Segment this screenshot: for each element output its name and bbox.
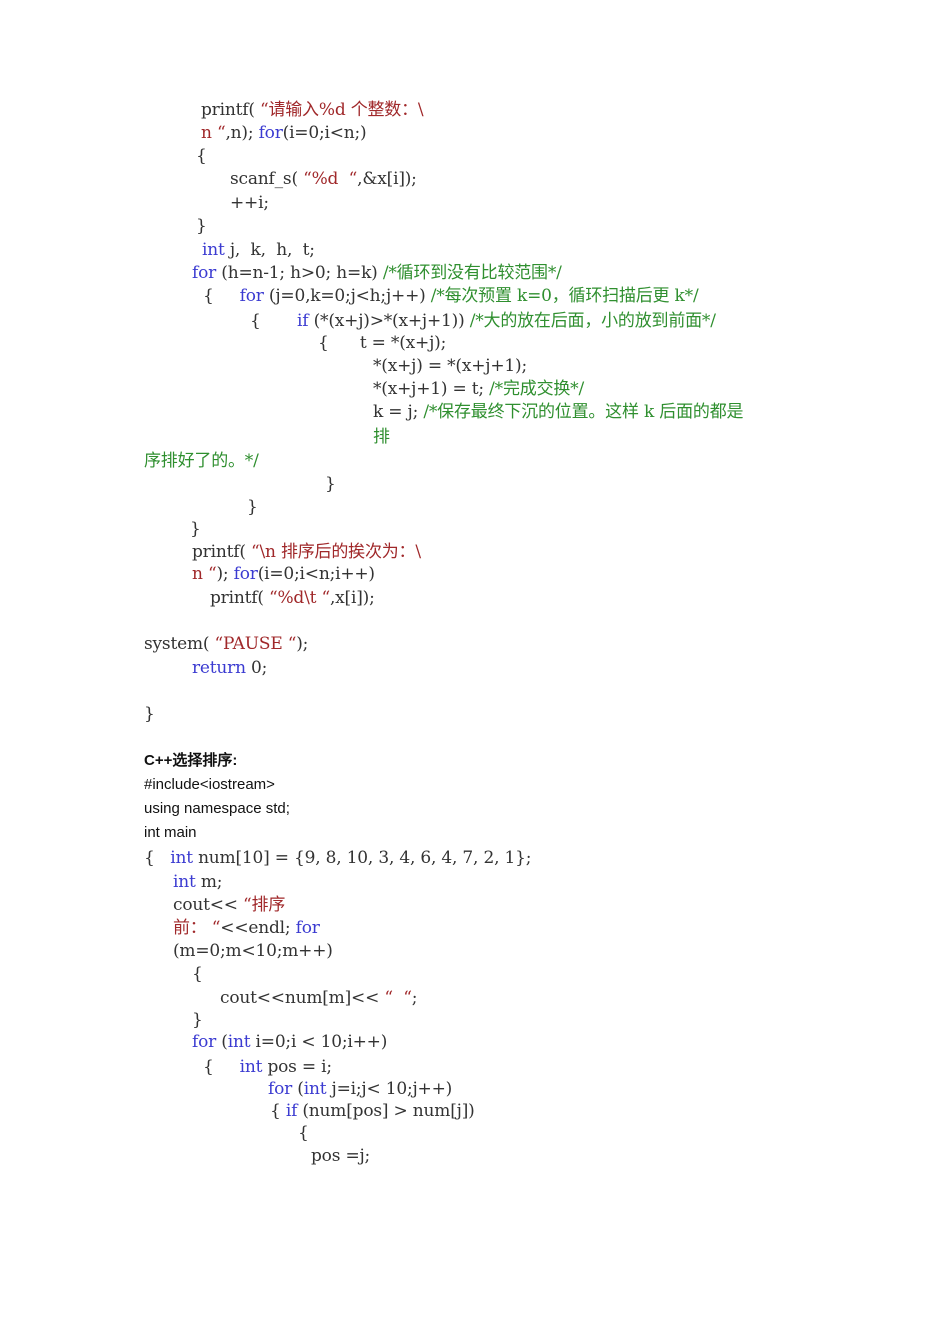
- code-line: k = j; /*保存最终下沉的位置。这样 k 后面的都是: [373, 402, 744, 422]
- code-line: for (int j=i;j< 10;j++): [268, 1079, 453, 1099]
- code-line: int j, k, h, t;: [202, 240, 315, 260]
- code-line: { if (num[pos] > num[j]): [270, 1101, 475, 1121]
- code-line: pos =j;: [311, 1146, 371, 1166]
- code-line: { t = *(x+j);: [318, 333, 447, 353]
- code-line: printf( “\n 排序后的挨次为：\: [192, 542, 421, 562]
- code-line: }: [192, 1010, 203, 1030]
- code-line: }: [247, 497, 258, 517]
- code-comment-line: 序排好了的。*/: [144, 451, 259, 471]
- code-line: {: [196, 146, 207, 166]
- code-line: printf( “请输入%d 个整数：\: [201, 100, 424, 120]
- code-line: n “,n); for(i=0;i<n;): [201, 123, 367, 143]
- code-comment-line: 排: [373, 427, 390, 447]
- code-line: *(x+j) = *(x+j+1);: [373, 356, 527, 376]
- code-line: }: [190, 519, 201, 539]
- code-line: printf( “%d\t “,x[i]);: [210, 588, 375, 608]
- using-line: using namespace std;: [144, 800, 290, 817]
- code-line: { for (j=0,k=0;j<h;j++) /*每次预置 k=0，循环扫描后…: [203, 286, 699, 306]
- code-line: }: [325, 474, 336, 494]
- code-line: (m=0;m<10;m++): [173, 941, 333, 961]
- code-line: cout<<num[m]<< “ “;: [220, 988, 418, 1008]
- code-line: {: [192, 964, 203, 984]
- code-line: { int num[10] = {9, 8, 10, 3, 4, 6, 4, 7…: [144, 848, 532, 868]
- code-line: for (h=n-1; h>0; h=k) /*循环到没有比较范围*/: [192, 263, 562, 283]
- code-line: 前： “<<endl; for: [173, 918, 320, 938]
- code-line: system( “PAUSE “);: [144, 634, 309, 654]
- code-line: { int pos = i;: [203, 1057, 332, 1077]
- main-line: int main: [144, 824, 197, 841]
- include-line: #include<iostream>: [144, 776, 275, 793]
- code-line: for (int i=0;i < 10;i++): [192, 1032, 388, 1052]
- document-page: printf( “请输入%d 个整数：\ n “,n); for(i=0;i<n…: [0, 0, 950, 1344]
- code-line: *(x+j+1) = t; /*完成交换*/: [373, 379, 585, 399]
- code-line: return 0;: [192, 658, 268, 678]
- code-line: int m;: [173, 872, 223, 892]
- code-line: n “); for(i=0;i<n;i++): [192, 564, 375, 584]
- code-line: }: [144, 704, 155, 724]
- code-line: { if (*(x+j)>*(x+j+1)) /*大的放在后面，小的放到前面*/: [250, 311, 716, 331]
- code-line: {: [298, 1123, 309, 1143]
- section-heading: C++选择排序:: [144, 752, 238, 769]
- code-line: ++i;: [230, 193, 269, 213]
- code-line: scanf_s( “%d “,&x[i]);: [230, 169, 417, 189]
- code-line: cout<< “排序: [173, 895, 286, 915]
- code-line: }: [196, 216, 207, 236]
